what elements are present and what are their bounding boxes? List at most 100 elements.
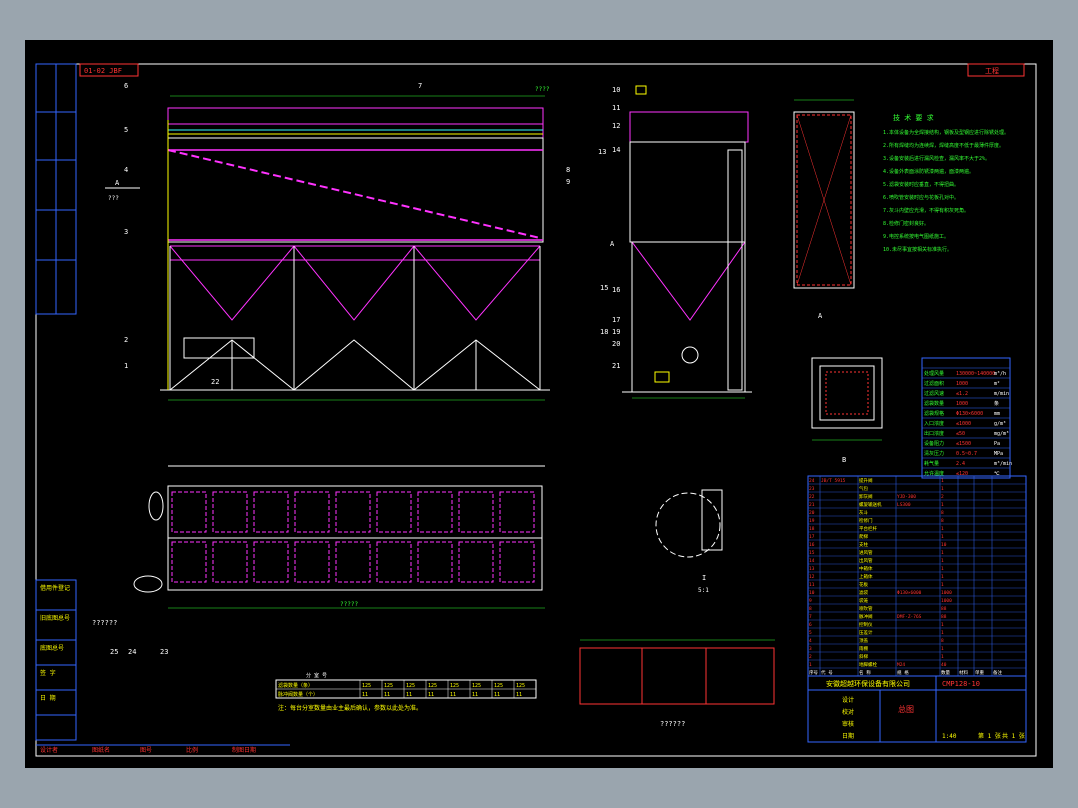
chamber-cell: 11	[406, 692, 412, 698]
bom-cell: 8	[809, 606, 812, 612]
bom-cell: 中箱体	[859, 565, 873, 572]
callout: 12	[612, 122, 620, 130]
bom-cell: YJD-300	[897, 494, 916, 500]
bom-cell: 10	[941, 542, 947, 548]
bom-cell: 88	[941, 614, 947, 620]
bom-cell: 袋笼	[859, 597, 868, 604]
bom-cell: 脉冲阀	[859, 613, 873, 620]
bom-cell: 喷吹管	[859, 605, 873, 612]
callout: 25	[110, 648, 118, 656]
callout: 6	[124, 82, 128, 90]
chamber-cell: 125	[428, 683, 437, 689]
bom-cell: 11	[809, 582, 815, 588]
bom-cell: 压差计	[859, 629, 873, 636]
bom-cell: 1	[941, 478, 944, 484]
callout: 10	[612, 86, 620, 94]
param-unit: 条	[994, 400, 999, 407]
bom-cell: 检修门	[859, 517, 873, 524]
bom-cell: 20	[809, 510, 815, 516]
chamber-cell: 11	[494, 692, 500, 698]
bom-header-cell: 单重	[975, 669, 984, 676]
bom-cell: 24	[809, 478, 815, 484]
sheet-total: 共 1 张	[1002, 732, 1025, 740]
bom-cell: Φ130×6000	[897, 590, 922, 596]
top-left-tag: 01-02 JBF	[84, 67, 122, 75]
chamber-cell: 11	[450, 692, 456, 698]
callout: 8	[566, 166, 570, 174]
chamber-cell: 滤袋数量（条）	[278, 682, 313, 689]
designer-label: 设计	[842, 696, 854, 704]
drawing-title: 总图	[898, 704, 914, 714]
bom-cell: 顶盖	[859, 637, 868, 644]
param-unit: MPa	[994, 451, 1003, 457]
tech-note-line: 7.灰斗内壁应光滑，不得有积灰死角。	[883, 207, 969, 214]
sheet-number: 第 1 张	[978, 732, 1001, 740]
footer-item: 图纸名	[92, 746, 110, 754]
param-name: 清灰压力	[924, 450, 944, 457]
bom-cell: 控制仪	[859, 621, 873, 628]
cad-drawing-viewport[interactable]: 借用件登记 旧底图总号 底图总号 签 字 日 期 01-02 JBF 工程 ??…	[0, 0, 1078, 808]
bom-cell: LS300	[897, 502, 911, 508]
bom-cell: 1	[941, 654, 944, 660]
left-strip-label: 日 期	[40, 694, 56, 702]
callout: 3	[124, 228, 128, 236]
bom-cell: 15	[809, 550, 815, 556]
param-unit: g/m³	[994, 421, 1006, 427]
param-value: 1000	[956, 401, 968, 407]
bom-cell: M24	[897, 662, 905, 668]
callout: 2	[124, 336, 128, 344]
param-value: ≤1.2	[956, 391, 968, 397]
bom-cell: 1	[941, 486, 944, 492]
param-unit: m³/min	[994, 461, 1012, 467]
bom-cell: 17	[809, 534, 815, 540]
tech-note-line: 6.喷吹管安装时应与花板孔对中。	[883, 194, 959, 201]
tech-note-line: 5.滤袋安装时应垂直，不得扭曲。	[883, 181, 959, 188]
bom-cell: 滤袋	[859, 589, 868, 596]
chamber-cell: 11	[362, 692, 368, 698]
bom-cell: 9	[809, 598, 812, 604]
bom-cell: 灰斗	[859, 509, 868, 516]
front-top-dim: ????	[535, 86, 550, 93]
bom-cell: 提升阀	[859, 477, 873, 484]
checker-label: 校对	[842, 708, 854, 716]
param-unit: m³/h	[994, 371, 1006, 377]
callout: 13	[598, 148, 606, 156]
callout: 4	[124, 166, 128, 174]
footer-item: 比例	[186, 746, 198, 754]
bom-cell: 3	[809, 646, 812, 652]
date-label: 日期	[842, 732, 854, 740]
bom-cell: 出风管	[859, 557, 873, 564]
bom-header-cell: 数量	[941, 669, 950, 676]
bom-cell: 1000	[941, 590, 952, 596]
bom-cell: 21	[809, 502, 815, 508]
bom-cell: 2	[941, 494, 944, 500]
bom-cell: 18	[809, 526, 815, 532]
chamber-cell: 125	[384, 683, 393, 689]
left-strip-label: 底图总号	[40, 644, 64, 652]
bom-cell: 进风管	[859, 549, 873, 556]
bom-cell: 地脚螺栓	[859, 661, 877, 668]
bom-cell: 22	[809, 494, 815, 500]
bom-cell: JB/T 5915	[821, 478, 846, 484]
callout: 21	[612, 362, 620, 370]
tech-note-line: 4.设备外表面涂防锈漆两遍，面漆两遍。	[883, 168, 974, 175]
chamber-cell: 11	[428, 692, 434, 698]
callout: 17	[612, 316, 620, 324]
bom-cell: 8	[941, 518, 944, 524]
chamber-cell: 125	[516, 683, 525, 689]
bom-cell: 1000	[941, 598, 952, 604]
param-name: 出口浓度	[924, 430, 944, 437]
param-name: 过滤面积	[924, 380, 944, 387]
bom-cell: 16	[809, 542, 815, 548]
drawing-scale: 1:40	[942, 733, 957, 740]
bom-cell: 1	[941, 622, 944, 628]
bom-cell: 斜梯	[859, 653, 868, 660]
bom-cell: 1	[941, 526, 944, 532]
plan-bottom-dim: ?????	[340, 601, 358, 608]
param-value: ≤1000	[956, 421, 971, 427]
bom-cell: 平台栏杆	[859, 525, 877, 532]
callout: 14	[612, 146, 620, 154]
bom-cell: 1	[941, 574, 944, 580]
left-strip-label: 签 字	[40, 669, 56, 677]
callout: 11	[612, 104, 620, 112]
